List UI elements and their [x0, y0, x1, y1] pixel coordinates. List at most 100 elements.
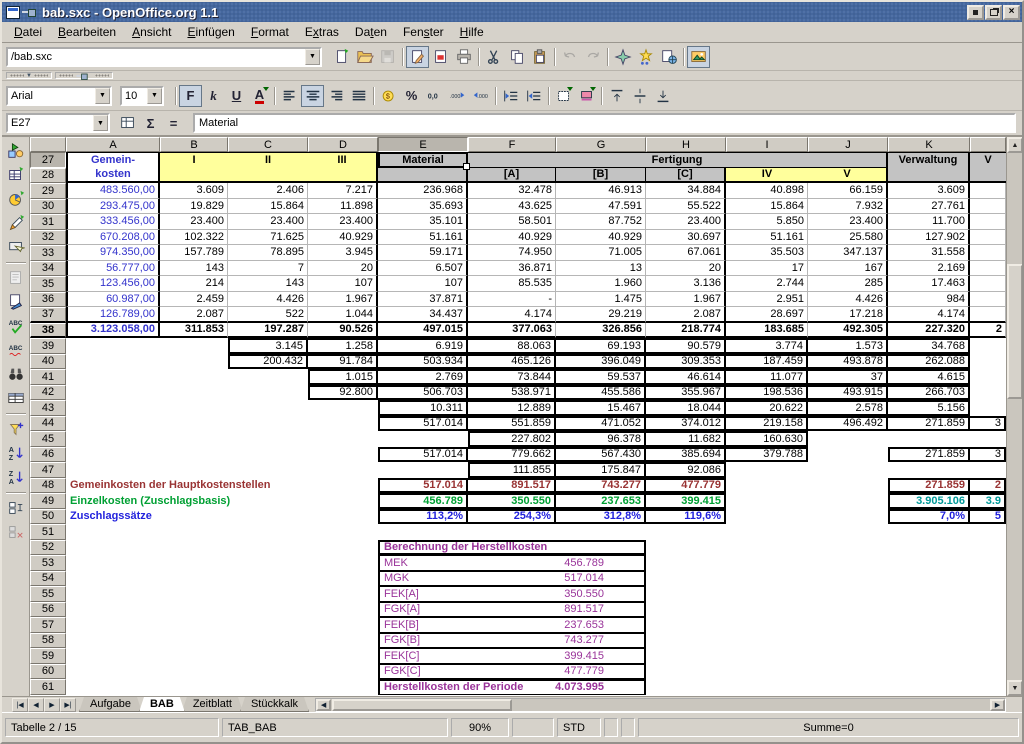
cell-B30[interactable]: 19.829 [160, 199, 228, 215]
cell-C39[interactable]: 3.145 [228, 338, 308, 354]
cell-K36[interactable]: 984 [888, 292, 970, 308]
insert-cells-icon[interactable] [4, 163, 28, 187]
cell-K53[interactable] [888, 555, 970, 571]
sheet-tab-aufgabe[interactable]: Aufgabe [79, 697, 142, 712]
cell-I32[interactable]: 51.161 [726, 230, 808, 246]
row-header-41[interactable]: 41 [30, 369, 66, 385]
cell-C61[interactable] [228, 679, 308, 695]
cell-K58[interactable] [888, 633, 970, 649]
title-bar[interactable]: bab.sxc - OpenOffice.org 1.1 × [2, 2, 1022, 22]
row-header-30[interactable]: 30 [30, 199, 66, 215]
edit-file-icon[interactable] [406, 46, 429, 68]
column-header-B[interactable]: B [160, 137, 228, 152]
font-size-dropdown-icon[interactable]: ▼ [147, 88, 162, 104]
cell-G42[interactable]: 455.586 [556, 385, 646, 401]
cell-E34[interactable]: 6.507 [378, 261, 468, 277]
cell-A61[interactable] [66, 679, 160, 695]
cell-L28[interactable] [970, 168, 1006, 184]
cell-H47[interactable]: 92.086 [646, 462, 726, 478]
cell-I42[interactable]: 198.536 [726, 385, 808, 401]
column-header-C[interactable]: C [228, 137, 308, 152]
cell-B36[interactable]: 2.459 [160, 292, 228, 308]
align-left-button[interactable] [278, 85, 301, 107]
cell-E36[interactable]: 37.871 [378, 292, 468, 308]
cell-E53[interactable]: MEK456.789 [378, 555, 646, 571]
align-justify-button[interactable] [347, 85, 370, 107]
row-header-42[interactable]: 42 [30, 385, 66, 401]
align-center-vertical-button[interactable] [628, 85, 651, 107]
cell-G50[interactable]: 312,8% [556, 509, 646, 525]
cell-G28[interactable]: [B] [556, 168, 646, 184]
cell-C46[interactable] [228, 447, 308, 463]
bold-button[interactable]: F [179, 85, 202, 107]
number-format-currency-button[interactable]: $ [377, 85, 400, 107]
cell-H50[interactable]: 119,6% [646, 509, 726, 525]
cell-I35[interactable]: 2.744 [726, 276, 808, 292]
function-icon[interactable]: = [162, 112, 185, 134]
row-header-49[interactable]: 49 [30, 493, 66, 509]
cell-H58[interactable] [646, 633, 726, 649]
cell-A32[interactable]: 670.208,00 [66, 230, 160, 246]
cell-D40[interactable]: 91.784 [308, 354, 378, 370]
cell-F38[interactable]: 377.063 [468, 323, 556, 339]
cell-D43[interactable] [308, 400, 378, 416]
cell-A31[interactable]: 333.456,00 [66, 214, 160, 230]
export-pdf-icon[interactable] [429, 46, 452, 68]
cell-L43[interactable] [970, 400, 1006, 416]
cell-J58[interactable] [808, 633, 888, 649]
cell-G38[interactable]: 326.856 [556, 323, 646, 339]
cell-A49[interactable]: Einzelkosten (Zuschlagsbasis) [66, 493, 378, 509]
cut-icon[interactable] [482, 46, 505, 68]
cell-B29[interactable]: 3.609 [160, 183, 228, 199]
row-header-51[interactable]: 51 [30, 524, 66, 540]
cell-H33[interactable]: 67.061 [646, 245, 726, 261]
cell-D51[interactable] [308, 524, 378, 540]
row-header-52[interactable]: 52 [30, 540, 66, 556]
row-header-60[interactable]: 60 [30, 664, 66, 680]
cell-C42[interactable] [228, 385, 308, 401]
cell-I61[interactable] [726, 679, 808, 695]
borders-button[interactable] [552, 85, 575, 107]
menu-bearbeiten[interactable]: Bearbeiten [50, 23, 124, 41]
underline-button[interactable]: U [225, 85, 248, 107]
cell-A37[interactable]: 126.789,00 [66, 307, 160, 323]
cell-L60[interactable] [970, 664, 1006, 680]
cell-I49[interactable] [726, 493, 808, 509]
cell-C58[interactable] [228, 633, 308, 649]
row-header-56[interactable]: 56 [30, 602, 66, 618]
cell-I60[interactable] [726, 664, 808, 680]
cell-H57[interactable] [646, 617, 726, 633]
cell-B51[interactable] [160, 524, 228, 540]
cell-G36[interactable]: 1.475 [556, 292, 646, 308]
cell-D32[interactable]: 40.929 [308, 230, 378, 246]
menu-fenster[interactable]: Fenster [395, 23, 452, 41]
cell-D59[interactable] [308, 648, 378, 664]
cell-F31[interactable]: 58.501 [468, 214, 556, 230]
cell-K61[interactable] [888, 679, 970, 695]
gallery-icon[interactable] [687, 46, 710, 68]
cell-I57[interactable] [726, 617, 808, 633]
cell-D37[interactable]: 1.044 [308, 307, 378, 323]
cell-C30[interactable]: 15.864 [228, 199, 308, 215]
cell-H55[interactable] [646, 586, 726, 602]
cell-A57[interactable] [66, 617, 160, 633]
cell-E38[interactable]: 497.015 [378, 323, 468, 339]
redo-icon[interactable] [581, 46, 604, 68]
insert-frame-icon[interactable] [4, 266, 28, 290]
cell-D61[interactable] [308, 679, 378, 695]
cell-J33[interactable]: 347.137 [808, 245, 888, 261]
cell-A34[interactable]: 56.777,00 [66, 261, 160, 277]
cell-A58[interactable] [66, 633, 160, 649]
cell-L36[interactable] [970, 292, 1006, 308]
cell-H46[interactable]: 385.694 [646, 447, 726, 463]
cell-H28[interactable]: [C] [646, 168, 726, 184]
cell-I53[interactable] [726, 555, 808, 571]
formula-input[interactable]: Material [193, 113, 1016, 133]
cell-J45[interactable] [808, 431, 888, 447]
cell-G49[interactable]: 237.653 [556, 493, 646, 509]
cell-H53[interactable] [646, 555, 726, 571]
cell-L29[interactable] [970, 183, 1006, 199]
cell-G32[interactable]: 40.929 [556, 230, 646, 246]
cell-B28[interactable] [160, 168, 228, 184]
cell-C27[interactable]: II [228, 152, 308, 168]
